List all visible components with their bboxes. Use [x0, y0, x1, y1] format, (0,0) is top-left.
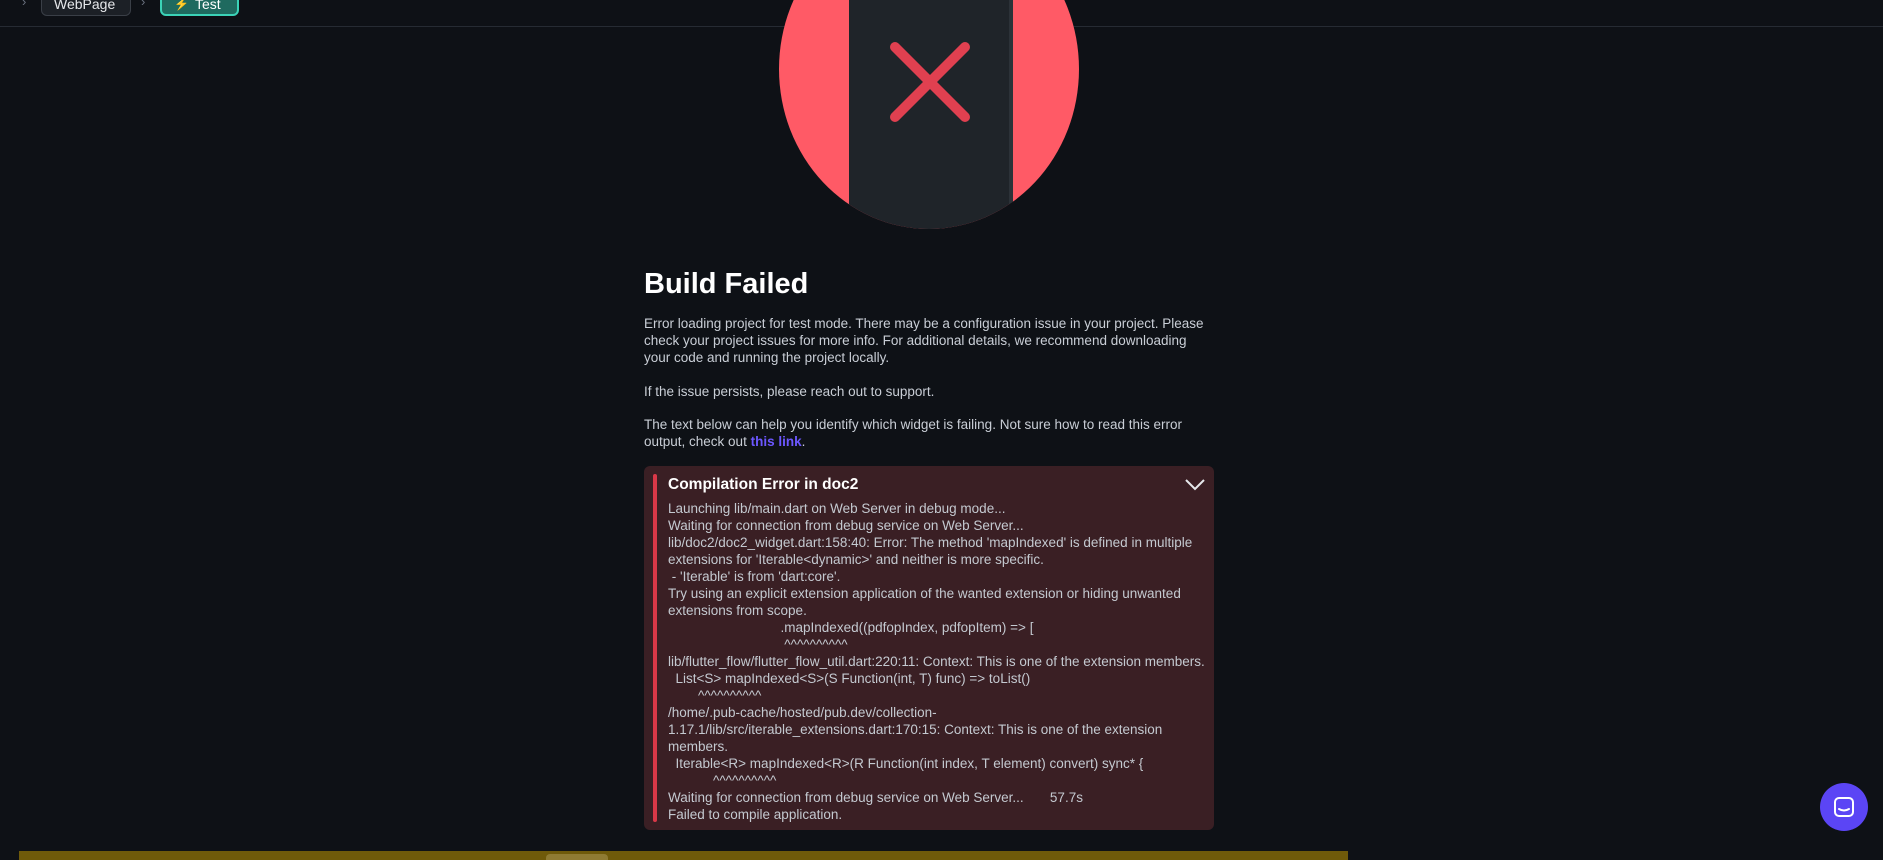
breadcrumb-label: WebPage	[54, 0, 116, 12]
support-note: If the issue persists, please reach out …	[644, 384, 935, 399]
compilation-error-panel: Compilation Error in doc2 Launching lib/…	[644, 466, 1214, 830]
build-failed-illustration	[779, 0, 1079, 229]
chat-icon	[1834, 797, 1854, 817]
breadcrumb-item-webpage[interactable]: WebPage	[41, 0, 131, 16]
breadcrumb-label: Test	[194, 0, 221, 12]
illustration-circle	[779, 0, 1079, 229]
help-note: The text below can help you identify whi…	[644, 416, 1214, 450]
chat-button[interactable]	[1820, 783, 1868, 831]
scrollbar-thumb[interactable]	[546, 854, 608, 860]
error-accent-bar	[653, 474, 657, 822]
page-title: Build Failed	[644, 268, 809, 300]
help-note-text: The text below can help you identify whi…	[644, 417, 1183, 449]
error-log: Launching lib/main.dart on Web Server in…	[668, 501, 1205, 822]
breadcrumb-chevron-icon: ›	[141, 0, 146, 9]
help-link[interactable]: this link	[751, 434, 802, 449]
horizontal-scrollbar[interactable]	[19, 851, 1348, 860]
error-x-icon	[890, 42, 970, 122]
breadcrumb-chevron-icon: ›	[22, 0, 27, 9]
error-title: Compilation Error in doc2	[668, 476, 859, 493]
error-description: Error loading project for test mode. The…	[644, 316, 1204, 365]
help-note-end: .	[801, 434, 806, 449]
breadcrumb-item-test[interactable]: ⚡ Test	[160, 0, 239, 16]
chevron-down-icon[interactable]	[1184, 478, 1206, 492]
bolt-icon: ⚡	[174, 0, 189, 11]
